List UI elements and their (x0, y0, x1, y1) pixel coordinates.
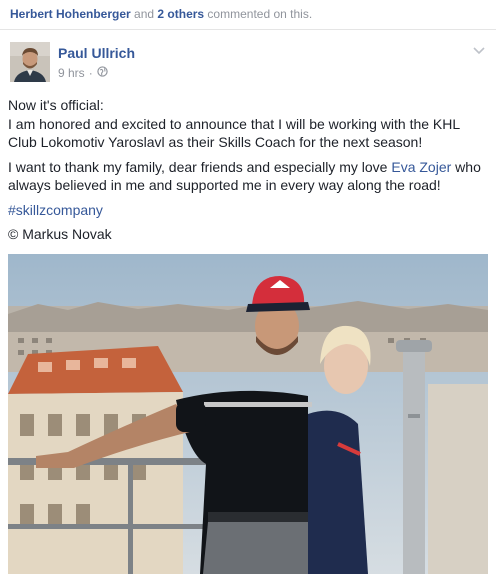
globe-icon[interactable] (97, 66, 108, 80)
post-photo[interactable] (8, 254, 488, 574)
others-link[interactable]: 2 others (157, 7, 204, 21)
post-card: Herbert Hohenberger and 2 others comment… (0, 0, 496, 580)
post-line-2: I am honored and excited to announce tha… (8, 115, 460, 151)
tagged-person-link[interactable]: Eva Zojer (391, 159, 451, 175)
author-name-link[interactable]: Paul Ullrich (58, 45, 135, 61)
photo-credit: © Markus Novak (8, 226, 112, 242)
activity-context: Herbert Hohenberger and 2 others comment… (0, 0, 496, 30)
timestamp-link[interactable]: 9 hrs (58, 66, 85, 80)
context-suffix: commented on this. (204, 7, 313, 21)
chevron-down-icon[interactable] (472, 44, 486, 56)
meta-separator: · (88, 66, 93, 80)
post-body: Now it's official: I am honored and excit… (8, 96, 490, 250)
context-and: and (130, 7, 158, 21)
hashtag-link[interactable]: #skillzcompany (8, 202, 103, 218)
thanks-text-before: I want to thank my family, dear friends … (8, 158, 392, 175)
post-paragraph-2: I want to thank my family, dear friends … (8, 158, 490, 195)
commenter-link[interactable]: Herbert Hohenberger (10, 7, 131, 21)
post-meta: 9 hrs · (58, 66, 108, 80)
post-paragraph-1: Now it's official: I am honored and excit… (8, 96, 490, 152)
post-paragraph-3: #skillzcompany (8, 201, 490, 220)
post-paragraph-4: © Markus Novak (8, 225, 490, 244)
post-line-1: Now it's official: (8, 97, 104, 113)
author-avatar[interactable] (10, 42, 50, 82)
